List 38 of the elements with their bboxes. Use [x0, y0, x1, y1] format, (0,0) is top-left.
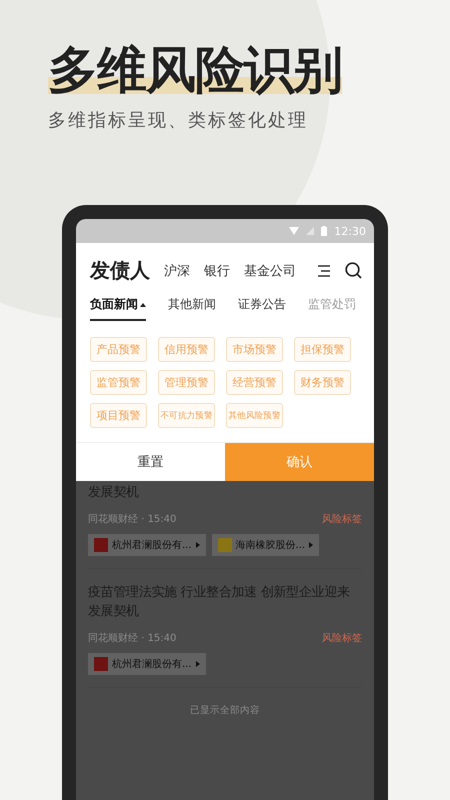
confirm-button[interactable]: 确认: [225, 443, 374, 481]
filter-tag[interactable]: 不可抗力预警: [158, 403, 215, 428]
filter-tag[interactable]: 其他风险预警: [226, 403, 283, 428]
sub-tab[interactable]: 监管处罚: [308, 296, 356, 321]
filter-tag[interactable]: 信用预警: [158, 337, 215, 362]
chevron-icon: [196, 661, 200, 667]
sub-tab[interactable]: 证券公告: [238, 296, 286, 321]
page-title: 发债人: [90, 257, 150, 284]
company-chip[interactable]: 杭州君澜股份有...: [88, 653, 206, 675]
filter-tag[interactable]: 经营预警: [226, 370, 283, 395]
menu-icon[interactable]: [317, 264, 331, 278]
risk-label[interactable]: 风险标签: [322, 512, 362, 526]
battery-icon: [321, 226, 328, 236]
nav-tab[interactable]: 沪深: [164, 262, 190, 280]
filter-tag[interactable]: 担保预警: [294, 337, 351, 362]
signal-icon: [306, 227, 314, 235]
filter-tag[interactable]: 管理预警: [158, 370, 215, 395]
filter-tag[interactable]: 监管预警: [90, 370, 147, 395]
filter-tag[interactable]: 产品预警: [90, 337, 147, 362]
caret-icon: [140, 302, 146, 306]
news-source-time: 同花顺财经 · 15:40: [88, 632, 176, 645]
company-chip[interactable]: 杭州君澜股份有...: [88, 534, 206, 556]
sub-tab[interactable]: 负面新闻: [90, 296, 146, 321]
nav-tab[interactable]: 银行: [204, 262, 230, 280]
filter-tag[interactable]: 项目预警: [90, 403, 147, 428]
chevron-icon: [196, 542, 200, 548]
filter-tag[interactable]: 财务预警: [294, 370, 351, 395]
risk-label[interactable]: 风险标签: [322, 631, 362, 645]
subtitle: 多维指标呈现、类标签化处理: [48, 109, 309, 132]
nav-tab[interactable]: 基金公司: [244, 262, 296, 280]
news-source-time: 同花顺财经 · 15:40: [88, 512, 176, 526]
chevron-icon: [309, 542, 314, 548]
filter-tag[interactable]: 市场预警: [226, 337, 283, 362]
wifi-icon: [289, 227, 300, 235]
sub-tab[interactable]: 其他新闻: [168, 296, 216, 321]
end-of-list-note: 已显示全部内容: [189, 704, 261, 717]
company-chip[interactable]: 海南橡胶股份...: [212, 534, 320, 556]
search-icon[interactable]: [345, 262, 362, 279]
